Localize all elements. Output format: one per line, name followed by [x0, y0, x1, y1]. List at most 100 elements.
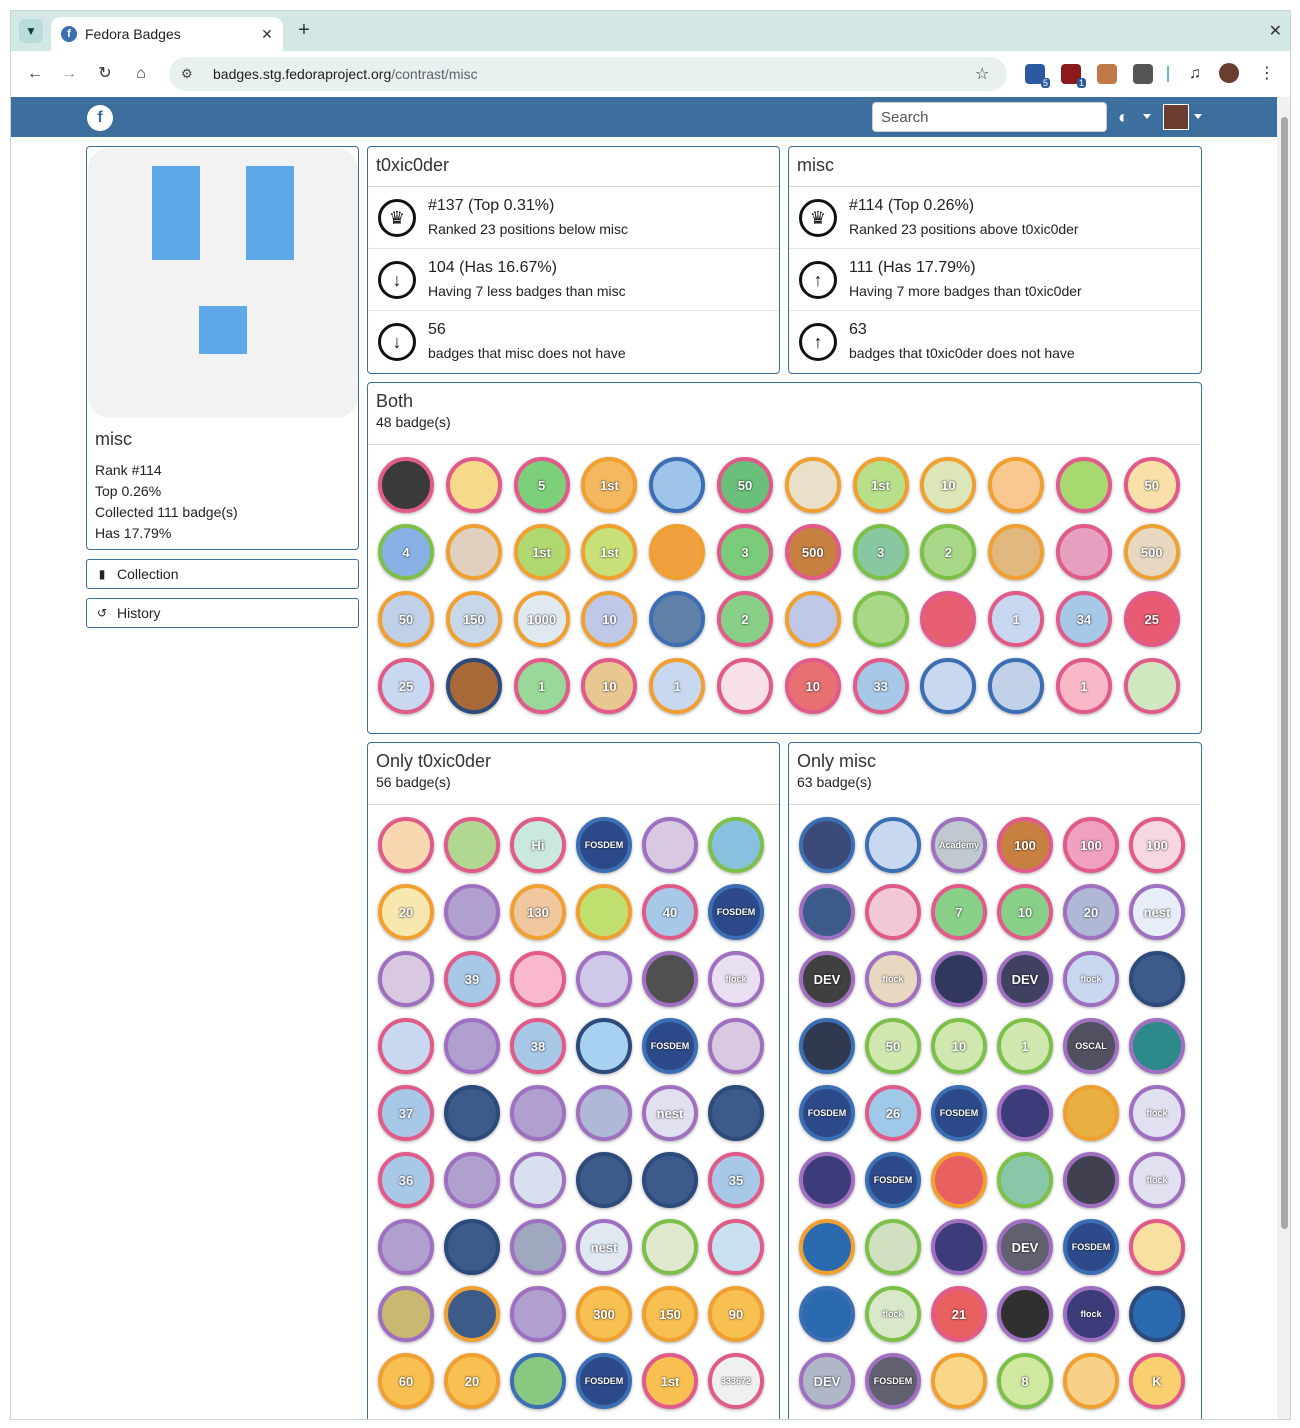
badge-icon[interactable]: [642, 1152, 698, 1208]
badge-icon[interactable]: [708, 1219, 764, 1275]
address-bar[interactable]: ⚙ badges.stg.fedoraproject.org/contrast/…: [169, 57, 1007, 91]
badge-icon[interactable]: [997, 1152, 1053, 1208]
history-button[interactable]: ↺ History: [86, 598, 359, 628]
badge-icon[interactable]: DEV: [799, 951, 855, 1007]
bookmark-star-icon[interactable]: ☆: [975, 64, 995, 84]
badge-icon[interactable]: 50: [716, 457, 773, 513]
badge-icon[interactable]: nest: [642, 1085, 698, 1141]
badge-icon[interactable]: [799, 884, 855, 940]
badge-icon[interactable]: 300: [576, 1286, 632, 1342]
badge-icon[interactable]: 1st: [581, 457, 638, 513]
badge-icon[interactable]: 1st: [513, 524, 570, 580]
badge-icon[interactable]: Hi: [510, 817, 566, 873]
badge-icon[interactable]: [988, 457, 1045, 513]
badge-icon[interactable]: [510, 1219, 566, 1275]
badge-icon[interactable]: 10: [581, 658, 638, 714]
badge-icon[interactable]: [988, 524, 1045, 580]
badge-icon[interactable]: 1: [997, 1018, 1053, 1074]
badge-icon[interactable]: 20: [1063, 884, 1119, 940]
badge-icon[interactable]: 25: [1123, 591, 1180, 647]
badge-icon[interactable]: flock: [1063, 1286, 1119, 1342]
badge-icon[interactable]: [649, 524, 706, 580]
badge-icon[interactable]: [378, 951, 434, 1007]
tab-fedora-badges[interactable]: f Fedora Badges ✕: [51, 17, 283, 51]
badge-icon[interactable]: 40: [642, 884, 698, 940]
badge-icon[interactable]: FOSDEM: [708, 884, 764, 940]
badge-icon[interactable]: 60: [378, 1353, 434, 1409]
badge-icon[interactable]: 500: [1123, 524, 1180, 580]
badge-icon[interactable]: [1129, 1018, 1185, 1074]
badge-icon[interactable]: [510, 951, 566, 1007]
badge-icon[interactable]: 39: [444, 951, 500, 1007]
badge-icon[interactable]: [1129, 1286, 1185, 1342]
close-tab-icon[interactable]: ✕: [257, 26, 277, 43]
badge-icon[interactable]: 20: [378, 884, 434, 940]
media-control-icon[interactable]: ♫: [1183, 62, 1207, 86]
badge-icon[interactable]: 2: [716, 591, 773, 647]
badge-icon[interactable]: 100: [997, 817, 1053, 873]
badge-icon[interactable]: 10: [784, 658, 841, 714]
badge-icon[interactable]: 333672: [708, 1353, 764, 1409]
new-tab-button[interactable]: +: [293, 20, 315, 42]
badge-icon[interactable]: [931, 951, 987, 1007]
badge-icon[interactable]: [708, 1018, 764, 1074]
badge-icon[interactable]: 500: [784, 524, 841, 580]
badge-icon[interactable]: 3: [716, 524, 773, 580]
badge-icon[interactable]: [799, 1018, 855, 1074]
badge-icon[interactable]: [1063, 1152, 1119, 1208]
badge-icon[interactable]: [920, 658, 977, 714]
badge-icon[interactable]: Academy: [931, 817, 987, 873]
badge-icon[interactable]: [1063, 1353, 1119, 1409]
badge-icon[interactable]: [799, 1152, 855, 1208]
badge-icon[interactable]: 26: [865, 1085, 921, 1141]
badge-icon[interactable]: flock: [1063, 951, 1119, 1007]
badge-icon[interactable]: flock: [865, 951, 921, 1007]
badge-icon[interactable]: DEV: [997, 951, 1053, 1007]
badge-icon[interactable]: 1: [649, 658, 706, 714]
badge-icon[interactable]: FOSDEM: [799, 1085, 855, 1141]
badge-icon[interactable]: [378, 1219, 434, 1275]
badge-icon[interactable]: [799, 1219, 855, 1275]
badge-icon[interactable]: 100: [1129, 817, 1185, 873]
badge-icon[interactable]: [444, 1152, 500, 1208]
badge-icon[interactable]: [576, 951, 632, 1007]
badge-icon[interactable]: FOSDEM: [865, 1353, 921, 1409]
badge-icon[interactable]: FOSDEM: [931, 1085, 987, 1141]
badge-icon[interactable]: [378, 817, 434, 873]
back-arrow-icon[interactable]: ←: [23, 62, 47, 86]
user-avatar[interactable]: [1163, 104, 1189, 130]
theme-toggle-icon[interactable]: ◐: [1118, 107, 1129, 128]
badge-icon[interactable]: 25: [378, 658, 434, 714]
fedora-logo-icon[interactable]: f: [87, 105, 113, 131]
badge-icon[interactable]: flock: [865, 1286, 921, 1342]
badge-icon[interactable]: 1st: [642, 1353, 698, 1409]
badge-icon[interactable]: [1063, 1085, 1119, 1141]
home-icon[interactable]: ⌂: [129, 62, 153, 86]
badge-icon[interactable]: [445, 457, 502, 513]
badge-icon[interactable]: 2: [920, 524, 977, 580]
badge-icon[interactable]: 150: [445, 591, 502, 647]
badge-icon[interactable]: [931, 1219, 987, 1275]
badge-icon[interactable]: [997, 1085, 1053, 1141]
badge-icon[interactable]: 36: [378, 1152, 434, 1208]
badge-icon[interactable]: [1055, 524, 1112, 580]
badge-icon[interactable]: flock: [1129, 1152, 1185, 1208]
badge-icon[interactable]: [445, 658, 502, 714]
badge-icon[interactable]: 4: [378, 524, 434, 580]
browser-menu-icon[interactable]: ⋮: [1255, 62, 1279, 86]
theme-caret-icon[interactable]: [1143, 114, 1151, 119]
badge-icon[interactable]: 34: [1055, 591, 1112, 647]
badge-icon[interactable]: FOSDEM: [576, 817, 632, 873]
forward-arrow-icon[interactable]: →: [57, 62, 81, 86]
badge-icon[interactable]: 10: [997, 884, 1053, 940]
window-close-icon[interactable]: ✕: [1269, 21, 1282, 41]
badge-icon[interactable]: [799, 1286, 855, 1342]
badge-icon[interactable]: [708, 1085, 764, 1141]
puzzle-extension-icon[interactable]: [1133, 64, 1153, 84]
badge-icon[interactable]: [865, 817, 921, 873]
badge-icon[interactable]: [784, 591, 841, 647]
badge-icon[interactable]: 50: [865, 1018, 921, 1074]
badge-icon[interactable]: 150: [642, 1286, 698, 1342]
badge-icon[interactable]: [799, 817, 855, 873]
badge-icon[interactable]: 50: [378, 591, 434, 647]
